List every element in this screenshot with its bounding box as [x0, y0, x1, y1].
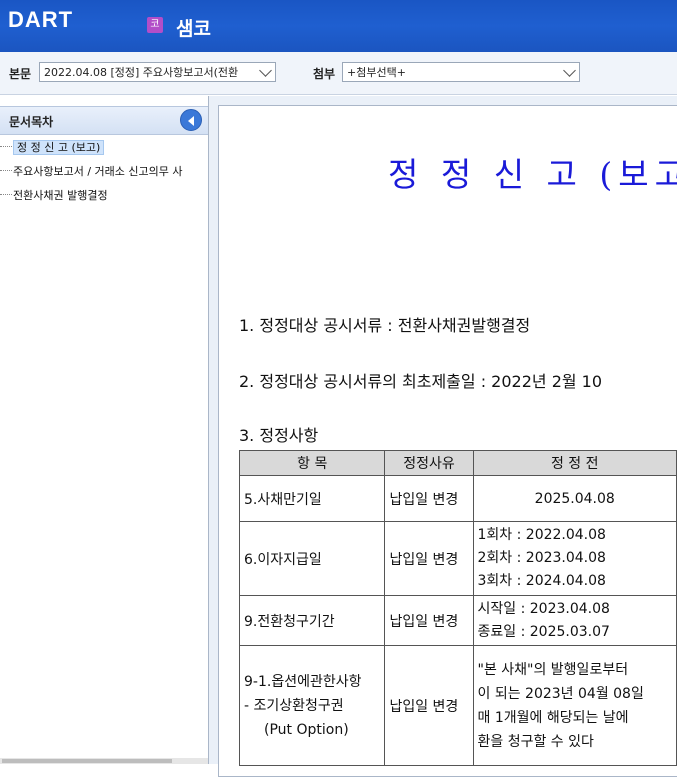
- cell-before: 1회차 : 2022.04.08 2회차 : 2023.04.08 3회차 : …: [472, 521, 677, 596]
- main-document-label: 본문: [9, 67, 32, 81]
- tree-line: [0, 170, 12, 171]
- table-header-row: 항 목 정정사유 정 정 전: [238, 450, 677, 476]
- column-header-item: 항 목: [238, 450, 386, 476]
- document-toolbar: 본문 2022.04.08 [정정] 주요사항보고서(전환 첨부 +첨부선택+: [0, 52, 677, 95]
- attachment-select-value: +첨부선택+: [347, 66, 406, 79]
- cell-item: 9-1.옵션에관한사항 - 조기상환청구권 (Put Option): [238, 645, 386, 766]
- toc-item-convertible-bond[interactable]: 전환사채권 발행결정: [0, 186, 108, 206]
- table-row: 9-1.옵션에관한사항 - 조기상환청구권 (Put Option) 납입일 변…: [238, 645, 677, 766]
- cell-before: 2025.04.08: [472, 475, 677, 522]
- correction-target-document: 1. 정정대상 공시서류 : 전환사채권발행결정: [239, 316, 531, 335]
- chevron-down-icon: [563, 64, 576, 77]
- cell-item: 5.사채만기일: [238, 475, 386, 522]
- cell-reason: 납입일 변경: [384, 645, 474, 766]
- sidebar-scroll-thumb[interactable]: [2, 759, 172, 763]
- toc-item-label: 주요사항보고서 / 거래소 신고의무 사: [13, 165, 183, 178]
- app-header: DART 코 샘코: [0, 0, 677, 52]
- cell-line: "본 사채"의 발행일로부터: [477, 661, 629, 678]
- cell-line: 환을 청구할 수 있다: [477, 733, 594, 750]
- company-type-badge: 코: [147, 17, 163, 33]
- cell-reason: 납입일 변경: [384, 475, 474, 522]
- dart-logo[interactable]: DART: [8, 7, 73, 33]
- attachment-select[interactable]: +첨부선택+: [342, 62, 580, 82]
- cell-line: - 조기상환청구권: [244, 697, 344, 714]
- cell-line: 2회차 : 2023.04.08: [477, 550, 606, 566]
- table-row: 6.이자지급일 납입일 변경 1회차 : 2022.04.08 2회차 : 20…: [238, 521, 677, 596]
- cell-line: (Put Option): [264, 721, 349, 738]
- cell-line: 종료일 : 2025.03.07: [477, 623, 610, 640]
- table-row: 9.전환청구기간 납입일 변경 시작일 : 2023.04.08 종료일 : 2…: [238, 595, 677, 646]
- cell-line: 3회차 : 2024.04.08: [477, 573, 606, 589]
- cell-reason: 납입일 변경: [384, 521, 474, 596]
- cell-line: 1회차 : 2022.04.08: [477, 527, 606, 543]
- collapse-panel-icon[interactable]: [180, 109, 202, 131]
- cell-before: "본 사채"의 발행일로부터 이 되는 2023년 04월 08일 매 1개월에…: [472, 645, 677, 766]
- company-name[interactable]: 샘코: [176, 14, 211, 41]
- cell-item: 6.이자지급일: [238, 521, 386, 596]
- cell-before: 시작일 : 2023.04.08 종료일 : 2025.03.07: [472, 595, 677, 646]
- cell-reason: 납입일 변경: [384, 595, 474, 646]
- column-header-reason: 정정사유: [384, 450, 474, 476]
- document-title: 정 정 신 고 (보고: [388, 155, 677, 194]
- chevron-down-icon: [259, 64, 272, 77]
- cell-line: 9-1.옵션에관한사항: [244, 673, 362, 690]
- main-document-select-value: 2022.04.08 [정정] 주요사항보고서(전환: [44, 66, 239, 79]
- toc-item-label: 정 정 신 고 (보고): [13, 140, 105, 155]
- tree-line: [0, 194, 12, 195]
- cell-line: 매 1개월에 해당되는 날에: [477, 709, 629, 726]
- cell-line: 이 되는 2023년 04월 08일: [477, 685, 644, 702]
- toc-item-correction-report[interactable]: 정 정 신 고 (보고): [0, 138, 105, 158]
- column-header-before: 정 정 전: [472, 450, 677, 476]
- toc-item-label: 전환사채권 발행결정: [13, 189, 108, 202]
- first-submission-date: 2. 정정대상 공시서류의 최초제출일 : 2022년 2월 10: [239, 372, 603, 391]
- table-row: 5.사채만기일 납입일 변경 2025.04.08: [238, 475, 677, 522]
- toc-item-major-report[interactable]: 주요사항보고서 / 거래소 신고의무 사: [0, 162, 208, 182]
- correction-items-heading: 3. 정정사항: [239, 426, 319, 445]
- cell-item: 9.전환청구기간: [238, 595, 386, 646]
- correction-table: 항 목 정정사유 정 정 전 5.사채만기일 납입일 변경 2025.04.08…: [238, 450, 677, 766]
- tree-line: [0, 146, 12, 147]
- toc-title: 문서목차: [9, 115, 54, 129]
- main-document-select[interactable]: 2022.04.08 [정정] 주요사항보고서(전환: [39, 62, 276, 82]
- cell-line: 시작일 : 2023.04.08: [477, 600, 610, 617]
- attachment-label: 첨부: [313, 67, 336, 81]
- toc-header: 문서목차: [0, 106, 208, 135]
